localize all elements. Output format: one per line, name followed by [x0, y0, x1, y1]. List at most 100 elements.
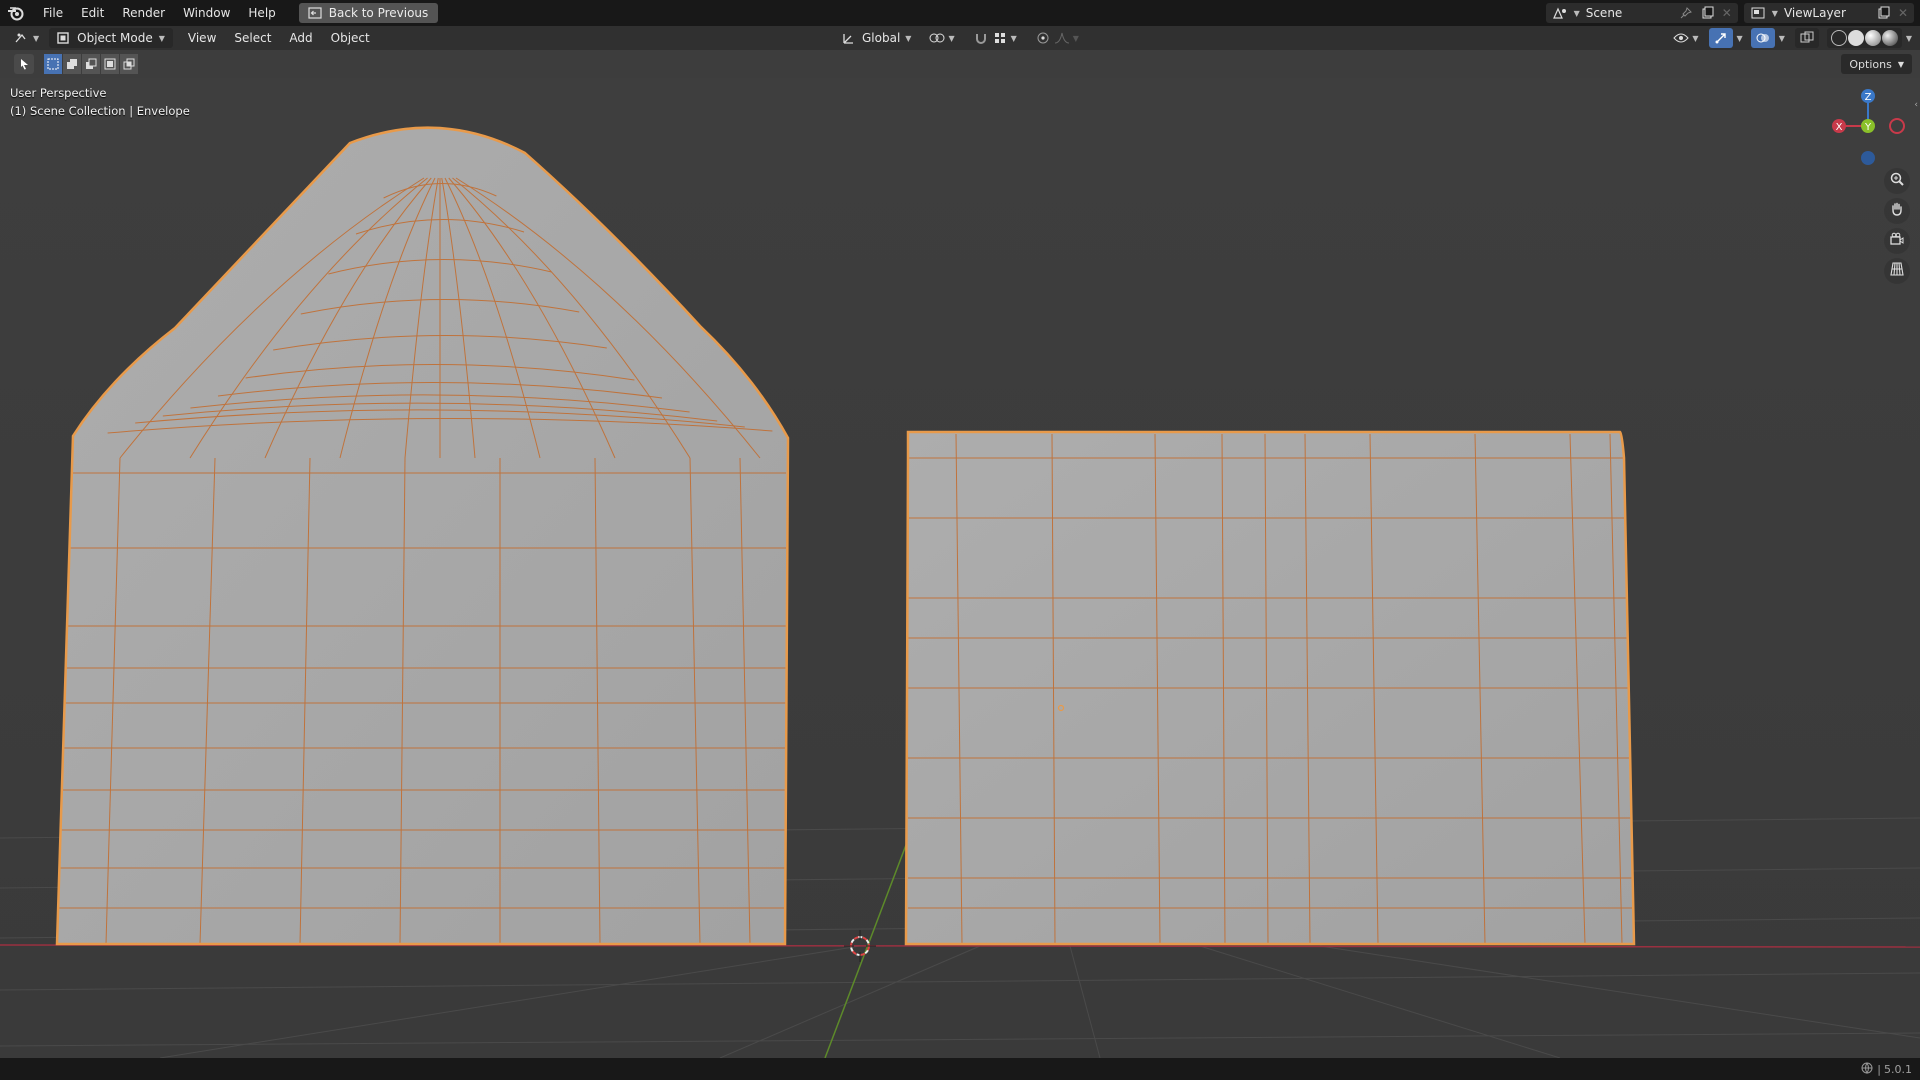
falloff-chevron-icon: ▼ — [1072, 33, 1079, 43]
top-bar: File Edit Render Window Help Back to Pre… — [0, 0, 1920, 26]
mode-label: Object Mode — [77, 31, 153, 45]
x-axis-label: X — [1836, 122, 1843, 133]
navigation-gizmo: Z X Y ‹ — [1800, 78, 1920, 298]
orientation-label: Global — [862, 31, 901, 45]
perspective-toggle-button[interactable] — [1884, 258, 1910, 284]
mode-dropdown[interactable]: Object Mode ▼ — [49, 28, 173, 48]
tool-settings-row: Options ▼ — [0, 50, 1920, 78]
gizmo-toggle[interactable] — [1708, 28, 1733, 48]
gizmo-chevron-icon[interactable]: ▼ — [1737, 34, 1743, 43]
viewport-header: ▼ Object Mode ▼ View Select Add Object G… — [0, 26, 1920, 50]
xray-icon — [1799, 30, 1815, 46]
pivot-icon — [929, 30, 945, 46]
y-axis-label: Y — [1864, 122, 1872, 133]
select-subtract-icon[interactable] — [82, 54, 100, 74]
scene-selector[interactable]: ▼ Scene ✕ — [1545, 3, 1738, 23]
delete-scene-icon[interactable]: ✕ — [1722, 6, 1732, 20]
proportional-edit-controls[interactable]: ▼ — [1029, 28, 1085, 48]
neg-x-axis-handle[interactable] — [1889, 118, 1905, 134]
shading-chevron-icon[interactable]: ▼ — [1906, 34, 1912, 43]
select-invert-icon[interactable] — [101, 54, 119, 74]
menu-view[interactable]: View — [179, 26, 225, 50]
menu-window[interactable]: Window — [174, 0, 239, 26]
pivot-chevron-icon: ▼ — [948, 33, 955, 43]
pan-button[interactable] — [1884, 198, 1910, 224]
viewport-info: User Perspective (1) Scene Collection | … — [10, 84, 190, 120]
cursor-arrow-icon — [18, 55, 30, 74]
menu-add[interactable]: Add — [280, 26, 321, 50]
camera-icon — [1889, 231, 1905, 251]
visibility-dropdown[interactable]: ▼ — [1667, 28, 1704, 48]
options-label: Options — [1849, 57, 1892, 71]
material-shading-icon[interactable] — [1864, 30, 1881, 46]
perspective-label: User Perspective — [10, 86, 107, 100]
status-separator: | — [1877, 1062, 1881, 1076]
back-to-previous-button[interactable]: Back to Previous — [298, 3, 439, 23]
view-layer-dropdown-icon: ▼ — [1771, 8, 1778, 18]
menu-file[interactable]: File — [34, 0, 72, 26]
overlays-chevron-icon[interactable]: ▼ — [1779, 34, 1785, 43]
blender-logo-icon[interactable] — [6, 3, 26, 23]
zoom-button[interactable] — [1884, 168, 1910, 194]
orientation-dropdown[interactable]: Global ▼ — [835, 28, 917, 48]
globe-icon — [1861, 1062, 1873, 1077]
snap-controls[interactable]: ▼ — [967, 28, 1023, 48]
new-view-layer-icon[interactable] — [1876, 5, 1892, 21]
visibility-chevron-icon: ▼ — [1692, 33, 1699, 43]
eye-icon — [1673, 30, 1690, 46]
grid-icon — [1889, 261, 1905, 281]
hand-icon — [1889, 201, 1905, 221]
transform-tools: Global ▼ ▼ ▼ ▼ — [835, 28, 1085, 48]
delete-view-layer-icon[interactable]: ✕ — [1898, 6, 1908, 20]
select-extend-icon[interactable] — [63, 54, 81, 74]
select-intersect-icon[interactable] — [120, 54, 138, 74]
proportional-edit-icon[interactable] — [1035, 30, 1051, 46]
viewport-display-tools: ▼ ▼ ▼ ▼ — [1667, 28, 1912, 48]
neg-z-axis-handle[interactable] — [1861, 151, 1875, 165]
camera-view-button[interactable] — [1884, 228, 1910, 254]
shading-modes — [1826, 28, 1902, 48]
select-new-icon[interactable] — [44, 54, 62, 74]
xray-toggle[interactable] — [1794, 28, 1819, 48]
menu-help[interactable]: Help — [239, 0, 284, 26]
scene-icon — [1552, 5, 1568, 21]
pin-icon[interactable] — [1678, 5, 1694, 21]
falloff-icon[interactable] — [1054, 30, 1070, 46]
zoom-icon — [1889, 171, 1905, 191]
new-scene-icon[interactable] — [1700, 5, 1716, 21]
snap-grid-icon[interactable] — [992, 30, 1008, 46]
orientation-chevron-icon: ▼ — [905, 33, 912, 43]
scene-name-field[interactable]: Scene — [1586, 6, 1672, 20]
overlays-toggle[interactable] — [1750, 28, 1775, 48]
box-object-right[interactable] — [904, 430, 1636, 946]
wireframe-shading-icon[interactable] — [1830, 30, 1847, 46]
editor-type-dropdown-icon: ▼ — [33, 33, 40, 43]
pivot-dropdown[interactable]: ▼ — [923, 28, 960, 48]
menu-select[interactable]: Select — [225, 26, 280, 50]
snap-chevron-icon: ▼ — [1010, 33, 1017, 43]
select-tool-button[interactable] — [14, 54, 34, 74]
view-layer-name-field[interactable]: ViewLayer — [1784, 6, 1870, 20]
menu-render[interactable]: Render — [113, 0, 174, 26]
object-mode-icon — [55, 30, 71, 46]
mode-chevron-icon: ▼ — [158, 33, 165, 43]
editor-type-icon — [14, 30, 30, 46]
z-axis-label: Z — [1865, 92, 1872, 103]
collection-label: (1) Scene Collection | Envelope — [10, 104, 190, 118]
solid-shading-icon[interactable] — [1847, 30, 1864, 46]
menu-edit[interactable]: Edit — [72, 0, 113, 26]
options-dropdown[interactable]: Options ▼ — [1841, 54, 1912, 74]
snap-magnet-icon[interactable] — [973, 30, 989, 46]
options-chevron-icon: ▼ — [1897, 59, 1904, 69]
3d-viewport[interactable] — [0, 78, 1920, 1058]
back-to-previous-label: Back to Previous — [328, 6, 429, 20]
version-label: 5.0.1 — [1884, 1062, 1912, 1076]
view-layer-icon — [1750, 5, 1766, 21]
editor-type-button[interactable]: ▼ — [8, 28, 45, 48]
view-layer-selector[interactable]: ▼ ViewLayer ✕ — [1743, 3, 1914, 23]
sidebar-toggle-icon[interactable]: ‹ — [1914, 100, 1918, 110]
menu-object[interactable]: Object — [322, 26, 379, 50]
scene-dropdown-icon: ▼ — [1573, 8, 1580, 18]
rendered-shading-icon[interactable] — [1881, 30, 1898, 46]
back-icon — [307, 5, 323, 21]
